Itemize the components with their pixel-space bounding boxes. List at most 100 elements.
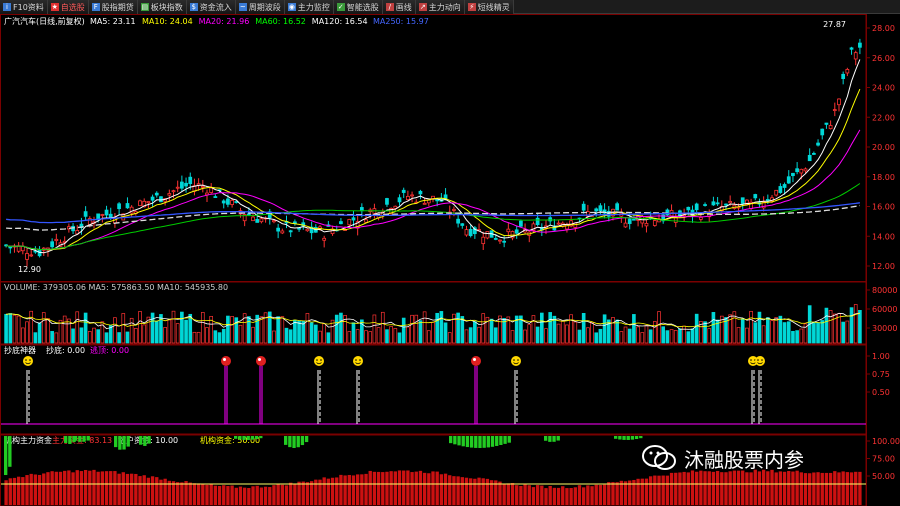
candle-body <box>251 216 255 222</box>
main-fund-bar <box>439 474 444 505</box>
candle-body <box>339 221 343 225</box>
main-fund-bar <box>376 471 381 505</box>
volume-bar <box>774 317 779 344</box>
candle-body <box>8 246 13 249</box>
volume-bar <box>293 319 297 344</box>
toolbar-button-0[interactable]: i F10资料 <box>0 0 48 14</box>
volume-bar <box>431 321 435 344</box>
toolbar-button-9[interactable]: ↗ 主力动向 <box>415 0 465 14</box>
main-fund-bar <box>782 471 787 505</box>
main-fund-bar <box>343 475 347 505</box>
candle-body <box>799 168 804 174</box>
smiley-icon <box>511 356 521 366</box>
volume-bar <box>816 322 820 344</box>
smiley-icon <box>23 356 33 366</box>
toolbar-button-1[interactable]: ★ 自选股 <box>47 0 89 14</box>
candle-body <box>765 199 770 201</box>
volume-bar <box>16 315 21 344</box>
toolbar-button-5[interactable]: ~ 周期波段 <box>235 0 285 14</box>
main-fund-bar <box>724 472 728 505</box>
toolbar-button-3[interactable]: ▤ 板块指数 <box>137 0 187 14</box>
volume-bar <box>464 329 469 344</box>
candle-body <box>594 208 599 212</box>
toolbar-button-10[interactable]: ⚡ 短线精灵 <box>464 0 514 14</box>
sig-y-tick-label: 0.75 <box>872 370 890 379</box>
main-fund-bar <box>117 473 121 505</box>
main-fund-bar <box>171 481 176 505</box>
main-fund-bar <box>347 474 351 505</box>
candle-body <box>159 196 163 203</box>
main-fund-bar <box>209 484 213 505</box>
volume-bar <box>104 332 109 344</box>
candle-body <box>293 221 297 224</box>
ma10-line <box>6 88 861 251</box>
candle-body <box>221 200 226 204</box>
main-fund-bar <box>268 487 272 505</box>
retail-fund-bar <box>499 436 503 445</box>
candle-body <box>514 229 519 234</box>
volume-bar <box>791 330 795 344</box>
volume-bar <box>795 330 799 344</box>
main-fund-bar <box>301 481 305 505</box>
main-fund-bar <box>435 471 439 505</box>
volume-bar <box>644 325 649 344</box>
main-y-tick-label: 12.00 <box>872 262 895 271</box>
wechat-icon <box>642 445 676 470</box>
main-panel-header: 广汽汽车(日线,前复权) MA5: 23.11 MA10: 24.04 MA20: … <box>4 16 429 26</box>
candle-body <box>832 109 837 111</box>
volume-bar <box>230 316 234 344</box>
volume-bar <box>447 332 452 344</box>
main-fund-bar <box>79 471 84 505</box>
volume-bar <box>477 326 481 344</box>
stock-chart[interactable]: 广汽汽车(日线,前复权) MA5: 23.11 MA10: 24.04 MA20: … <box>0 14 900 506</box>
volume-bar <box>385 329 389 344</box>
candle-body <box>535 217 540 225</box>
main-fund-bar <box>523 484 527 505</box>
select-icon: ✓ <box>336 3 345 11</box>
main-fund-bar <box>803 473 808 505</box>
candle-body <box>452 208 456 211</box>
main-fund-bar <box>456 476 460 505</box>
main-fund-bar <box>121 472 125 505</box>
candle-body <box>791 172 795 177</box>
main-fund-bar <box>238 486 243 505</box>
main-fund-bar <box>858 471 862 505</box>
volume-bar <box>510 330 515 344</box>
retail-fund-bar <box>469 436 474 448</box>
main-fund-bar <box>184 481 188 505</box>
toolbar-button-label: 自选股 <box>60 2 85 12</box>
toolbar-button-6[interactable]: ◉ 主力监控 <box>284 0 334 14</box>
volume-bar <box>87 331 92 344</box>
main-fund-bar <box>100 471 105 505</box>
candle-body <box>753 194 758 199</box>
main-fund-bar <box>251 486 255 505</box>
main-fund-bar <box>498 481 502 505</box>
toolbar-button-2[interactable]: F 股指期货 <box>88 0 138 14</box>
ma-label-1: MA10: 24.04 <box>142 17 193 26</box>
volume-bar <box>226 315 230 344</box>
ma-label-5: MA250: 15.97 <box>373 17 429 26</box>
toolbar-button-8[interactable]: / 画线 <box>382 0 416 14</box>
volume-bar <box>50 331 54 344</box>
retail-fund-bar <box>118 436 122 450</box>
volume-bar <box>770 320 774 344</box>
main-y-tick-label: 16.00 <box>872 203 895 212</box>
main-fund-bar <box>787 470 791 505</box>
flow-y-tick-label: 100.00 <box>872 437 900 446</box>
candle-body <box>493 238 498 240</box>
candle-body <box>481 236 486 245</box>
volume-bar <box>749 310 753 344</box>
candle-body <box>623 222 628 228</box>
main-fund-bar <box>176 482 180 505</box>
candle-body <box>280 230 285 234</box>
volume-bar <box>347 331 352 344</box>
volume-bar <box>669 329 674 344</box>
main-fund-bar <box>678 472 682 505</box>
toolbar-button-label: 智能选股 <box>346 2 379 12</box>
volume-bar <box>853 304 858 344</box>
candle-body <box>297 227 301 230</box>
volume-bar <box>37 322 42 344</box>
candle-body <box>180 181 184 189</box>
toolbar-button-7[interactable]: ✓ 智能选股 <box>333 0 383 14</box>
toolbar-button-4[interactable]: $ 资金流入 <box>186 0 236 14</box>
